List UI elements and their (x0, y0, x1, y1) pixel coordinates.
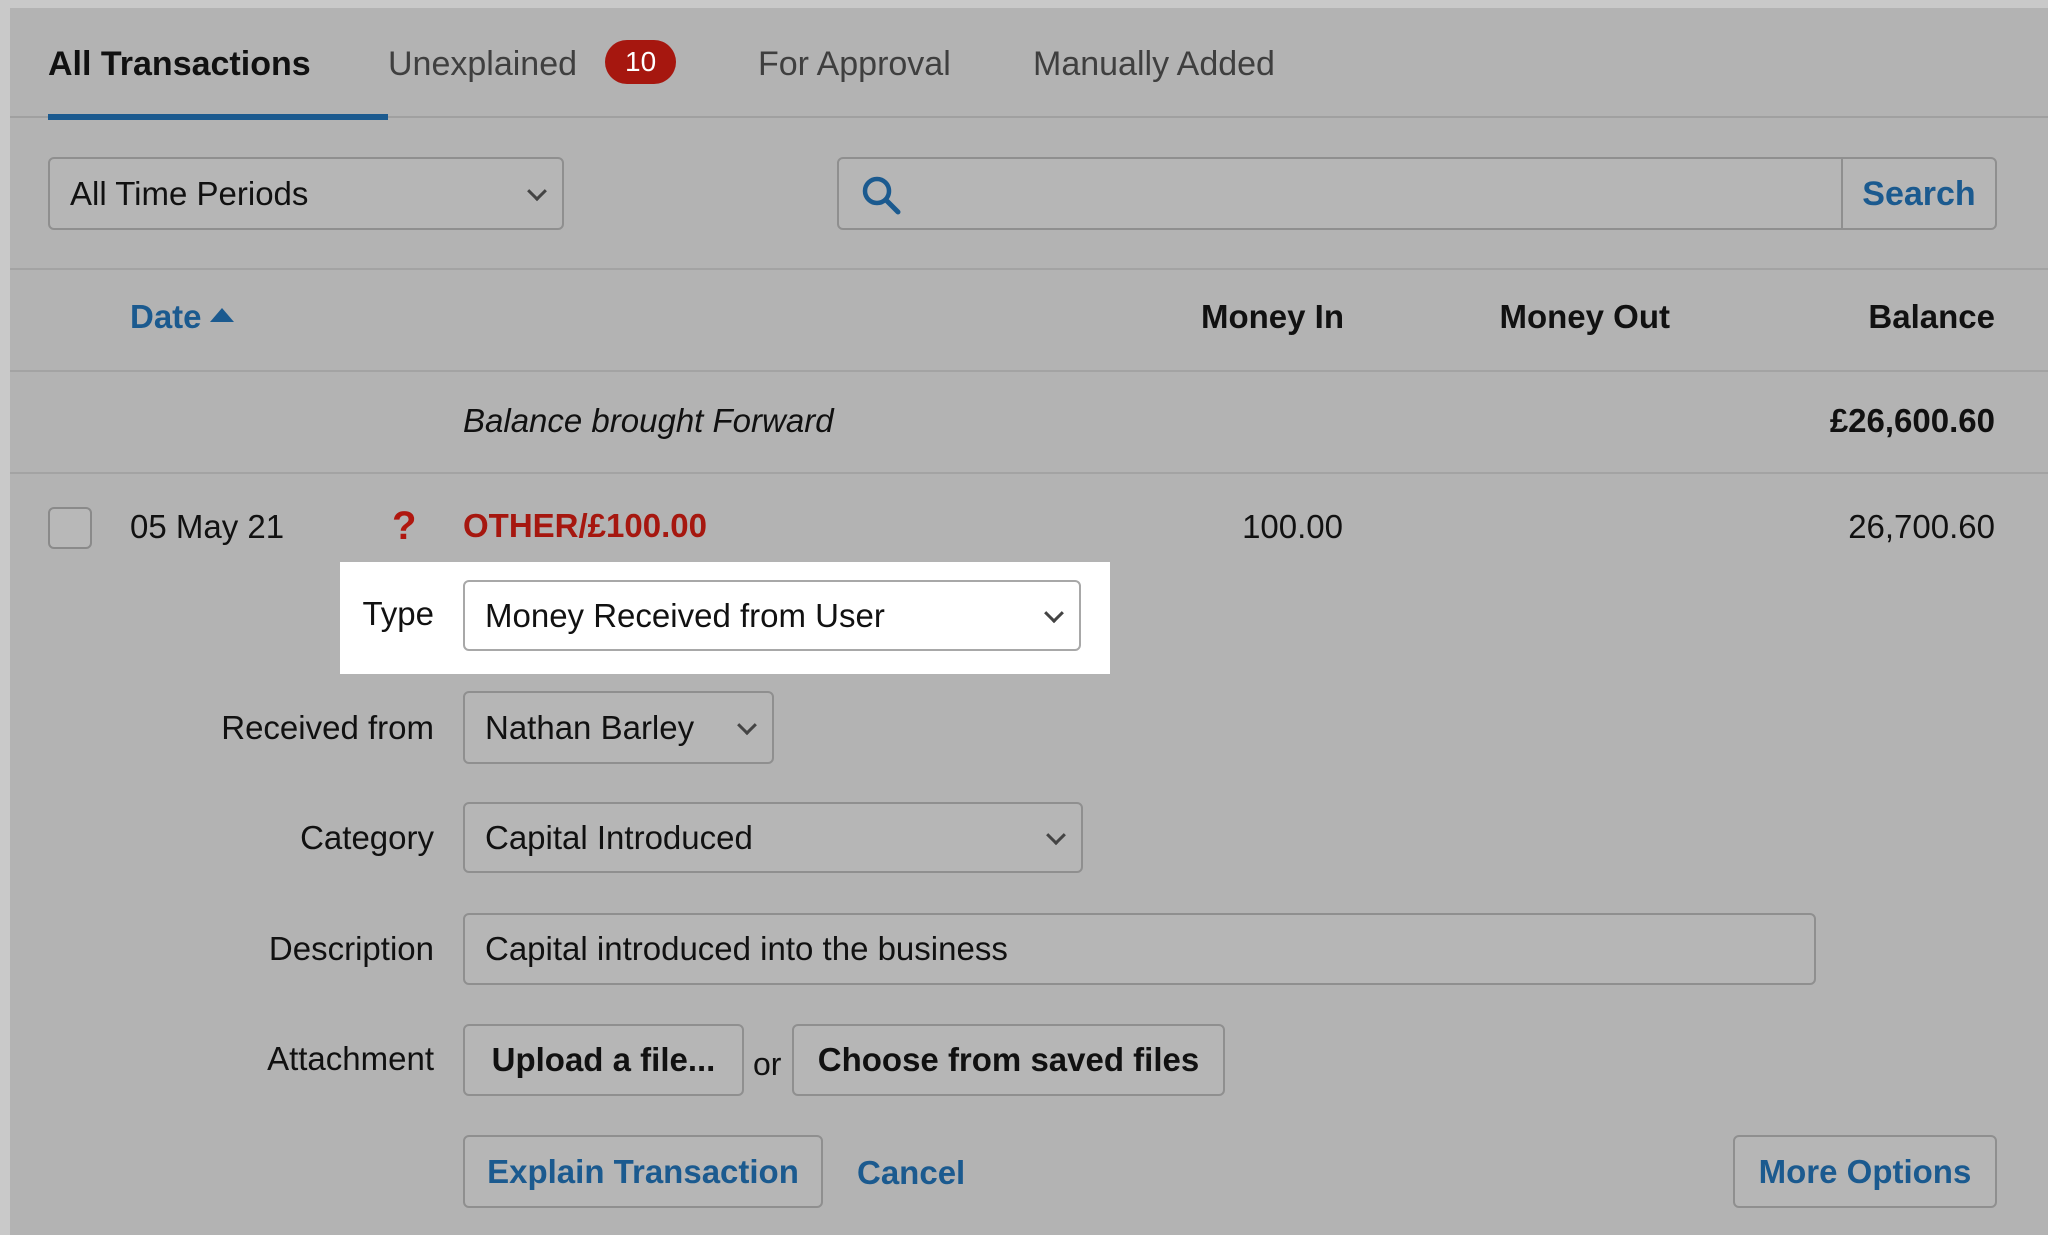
chevron-down-icon (737, 714, 757, 735)
search-bar: Search (837, 157, 1997, 230)
description-input[interactable] (463, 913, 1816, 985)
money-out-column-header: Money Out (1499, 298, 1671, 335)
tab-bar: All Transactions Unexplained 10 For Appro… (10, 8, 2048, 120)
time-period-select[interactable]: All Time Periods (48, 157, 564, 230)
money-in-column-header: Money In (1200, 298, 1344, 335)
tab-label: All Transactions (48, 45, 311, 83)
tab-label: Unexplained (388, 45, 578, 83)
transaction-balance: 26,700.60 (1848, 508, 1995, 545)
category-select[interactable]: Capital Introduced (463, 802, 1083, 873)
transaction-checkbox[interactable] (48, 507, 92, 549)
category-label: Category (300, 819, 434, 856)
chevron-down-icon (1046, 824, 1066, 845)
category-value: Capital Introduced (485, 819, 753, 856)
attachment-label: Attachment (267, 1040, 434, 1077)
received-from-value: Nathan Barley (485, 709, 695, 746)
search-icon (862, 176, 901, 215)
search-button[interactable]: Search (1841, 159, 1995, 228)
divider (10, 472, 2048, 474)
more-options-button[interactable]: More Options (1733, 1135, 1997, 1208)
active-tab-indicator (48, 114, 388, 120)
date-column-header[interactable]: Date (130, 298, 234, 336)
search-input[interactable] (919, 163, 1819, 225)
received-from-select[interactable]: Nathan Barley (463, 691, 774, 764)
time-period-value: All Time Periods (70, 175, 309, 212)
sort-ascending-icon (209, 308, 234, 323)
transaction-money-in: 100.00 (1242, 508, 1343, 545)
tab-manually-added[interactable]: Manually Added (1033, 8, 1275, 118)
balance-column-header: Balance (1868, 298, 1995, 335)
balance-forward-value: £26,600.60 (1829, 402, 1995, 439)
received-from-label: Received from (221, 709, 434, 746)
description-label: Description (268, 930, 434, 967)
tab-all-transactions[interactable]: All Transactions (48, 8, 388, 120)
chevron-down-icon (527, 180, 547, 201)
tab-for-approval[interactable]: For Approval (758, 8, 951, 118)
transaction-description[interactable]: OTHER/£100.00 (463, 507, 707, 545)
tab-label: For Approval (758, 45, 951, 83)
date-header-label: Date (130, 298, 202, 335)
type-label: Type (362, 595, 434, 632)
type-select-value: Money Received from User (485, 597, 885, 634)
or-separator: or (753, 1046, 782, 1082)
divider (10, 268, 2048, 270)
choose-saved-files-button[interactable]: Choose from saved files (792, 1024, 1225, 1096)
divider (10, 370, 2048, 372)
balance-forward-label: Balance brought Forward (463, 402, 834, 439)
transaction-date: 05 May 21 (130, 508, 285, 545)
unexplained-question-icon: ? (392, 504, 417, 548)
upload-file-button[interactable]: Upload a file... (463, 1024, 744, 1096)
type-select[interactable]: Money Received from User (463, 580, 1081, 651)
tab-label: Manually Added (1033, 45, 1275, 83)
cancel-link[interactable]: Cancel (857, 1154, 965, 1192)
chevron-down-icon (1044, 602, 1064, 623)
tab-unexplained[interactable]: Unexplained 10 (388, 8, 677, 118)
explain-transaction-button[interactable]: Explain Transaction (463, 1135, 823, 1208)
unexplained-count-badge: 10 (605, 40, 677, 85)
